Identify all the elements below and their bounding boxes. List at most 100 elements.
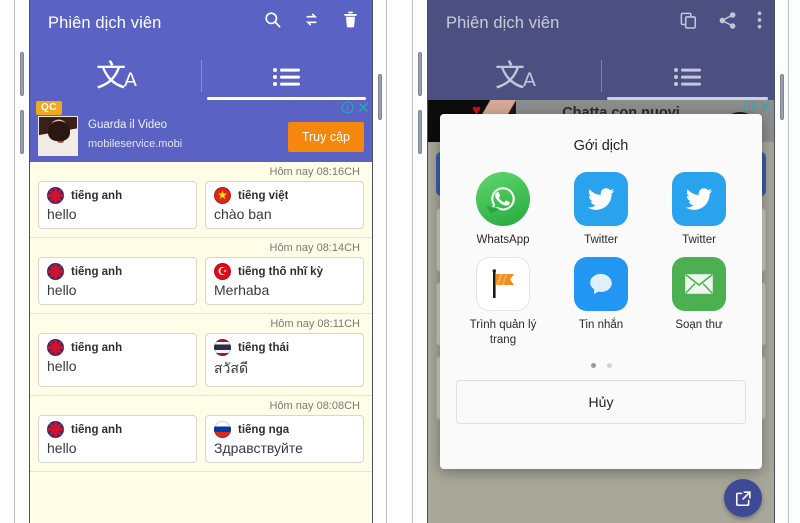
tab-history[interactable] xyxy=(601,54,774,100)
bezel-line xyxy=(412,0,413,523)
open-external-icon xyxy=(734,489,753,508)
bezel-line xyxy=(386,0,387,523)
share-target-label: Twitter xyxy=(682,234,716,246)
target-text: Здравствуйте xyxy=(214,440,303,456)
info-icon[interactable] xyxy=(743,100,756,113)
source-language: tiếng anh xyxy=(71,189,123,202)
share-target-email[interactable]: Soạn thư xyxy=(650,257,748,347)
dialog-title: Gới dịch xyxy=(573,138,629,154)
left-tab-bar: 文A xyxy=(30,54,372,100)
flag-icon-gb xyxy=(47,263,64,280)
ad-thumbnail xyxy=(38,116,78,156)
target-text: chào bạn xyxy=(214,206,272,222)
share-target-twitter-1[interactable]: Twitter xyxy=(552,172,650,247)
bezel-line xyxy=(774,0,775,523)
right-appbar: Phiên dịch viên 文A xyxy=(428,0,774,100)
share-icon[interactable] xyxy=(718,11,737,30)
ad-banner[interactable]: QC Guarda il Video mobileservice.mobi Tr… xyxy=(30,100,372,162)
volume-up-button[interactable] xyxy=(20,52,24,96)
right-appbar-actions xyxy=(679,10,762,30)
flag-icon-gb xyxy=(47,187,64,204)
ad-title: Guarda il Video xyxy=(88,119,168,131)
delete-icon[interactable] xyxy=(341,10,360,29)
close-icon[interactable] xyxy=(357,101,370,114)
cancel-button[interactable]: Hủy xyxy=(456,380,746,425)
flag-icon-ru xyxy=(214,421,231,438)
swap-icon[interactable] xyxy=(302,10,321,29)
messenger-icon xyxy=(574,257,628,312)
source-language: tiếng anh xyxy=(71,423,123,436)
target-text: Merhaba xyxy=(214,282,270,298)
history-timestamp: Hôm nay 08:11CH xyxy=(270,318,360,330)
history-group: Hôm nay 08:08CH tiếng anh hello tiếng ng… xyxy=(30,396,372,472)
source-card[interactable]: tiếng anh hello xyxy=(38,257,197,305)
target-language: tiếng nga xyxy=(238,423,290,436)
target-card[interactable]: tiếng thổ nhĩ kỳ Merhaba xyxy=(205,257,364,305)
history-group: Hôm nay 08:16CH tiếng anh hello tiếng vi… xyxy=(30,162,372,238)
history-timestamp: Hôm nay 08:08CH xyxy=(269,400,361,412)
twitter-icon xyxy=(574,172,628,226)
history-timestamp: Hôm nay 08:14CH xyxy=(269,242,361,254)
close-icon[interactable] xyxy=(759,100,772,113)
power-button[interactable] xyxy=(780,74,784,120)
overflow-menu-icon[interactable] xyxy=(757,10,762,30)
screenshot-stage: Phiên dịch viên 文A QC Guarda il Video mo… xyxy=(0,0,800,523)
source-language: tiếng anh xyxy=(71,265,123,278)
tab-translate[interactable]: 文A xyxy=(428,54,601,100)
share-target-twitter-2[interactable]: Twitter xyxy=(650,172,748,247)
bezel-line xyxy=(372,0,373,523)
share-target-whatsapp[interactable]: WhatsApp xyxy=(454,172,552,247)
share-dialog: Gới dịch WhatsApp Twitter Twitter Trình … xyxy=(440,114,762,469)
ad-controls xyxy=(341,101,370,114)
translate-icon: 文A xyxy=(96,59,137,94)
target-card[interactable]: tiếng việt chào bạn xyxy=(205,181,364,229)
page-dot-active[interactable] xyxy=(590,363,596,369)
list-icon xyxy=(673,65,703,89)
target-language: tiếng thái xyxy=(238,341,290,354)
pages-manager-icon xyxy=(476,257,530,312)
share-target-label: Twitter xyxy=(584,234,618,246)
target-language: tiếng việt xyxy=(238,189,289,202)
dialog-page-indicator[interactable] xyxy=(440,347,762,380)
page-dot[interactable] xyxy=(606,363,612,369)
volume-down-button[interactable] xyxy=(418,110,422,154)
open-external-fab[interactable] xyxy=(724,479,762,517)
target-card[interactable]: tiếng nga Здравствуйте xyxy=(205,415,364,463)
flag-icon-th xyxy=(214,339,231,356)
flag-icon-gb xyxy=(47,339,64,356)
table-row: tiếng anh hello tiếng thái สวัสดี xyxy=(38,333,364,387)
target-text: สวัสดี xyxy=(214,360,249,376)
background-ad-controls xyxy=(743,100,772,113)
share-target-pages-manager[interactable]: Trình quản lý trang xyxy=(454,257,552,347)
share-target-label: Trình quản lý trang xyxy=(469,319,537,346)
source-text: hello xyxy=(47,282,77,298)
search-icon[interactable] xyxy=(263,10,282,29)
left-appbar: Phiên dịch viên 文A xyxy=(30,0,372,100)
table-row: tiếng anh hello tiếng việt chào bạn xyxy=(38,181,364,229)
tab-history[interactable] xyxy=(201,54,372,100)
translate-icon: 文A xyxy=(495,59,536,94)
source-card[interactable]: tiếng anh hello xyxy=(38,415,197,463)
flag-icon-vn xyxy=(214,187,231,204)
ad-qc-badge: QC xyxy=(36,101,62,115)
history-group: Hôm nay 08:11CH tiếng anh hello tiếng th… xyxy=(30,314,372,396)
volume-down-button[interactable] xyxy=(20,110,24,154)
copy-icon[interactable] xyxy=(679,11,698,30)
target-card[interactable]: tiếng thái สวัสดี xyxy=(205,333,364,387)
source-text: hello xyxy=(47,440,77,456)
left-appbar-title: Phiên dịch viên xyxy=(48,14,162,32)
info-icon[interactable] xyxy=(341,101,354,114)
power-button[interactable] xyxy=(378,74,382,120)
ad-cta-button[interactable]: Truy cập xyxy=(287,122,364,152)
tab-translate[interactable]: 文A xyxy=(30,54,201,100)
source-card[interactable]: tiếng anh hello xyxy=(38,333,197,387)
right-appbar-title: Phiên dịch viên xyxy=(446,14,560,32)
twitter-icon xyxy=(672,172,726,226)
ad-url: mobileservice.mobi xyxy=(88,138,183,150)
volume-up-button[interactable] xyxy=(418,52,422,96)
translation-history-list: Hôm nay 08:16CH tiếng anh hello tiếng vi… xyxy=(30,162,372,476)
left-phone-screen: Phiên dịch viên 文A QC Guarda il Video mo… xyxy=(30,0,372,523)
source-card[interactable]: tiếng anh hello xyxy=(38,181,197,229)
source-text: hello xyxy=(47,206,77,222)
share-target-messages[interactable]: Tin nhắn xyxy=(552,257,650,347)
